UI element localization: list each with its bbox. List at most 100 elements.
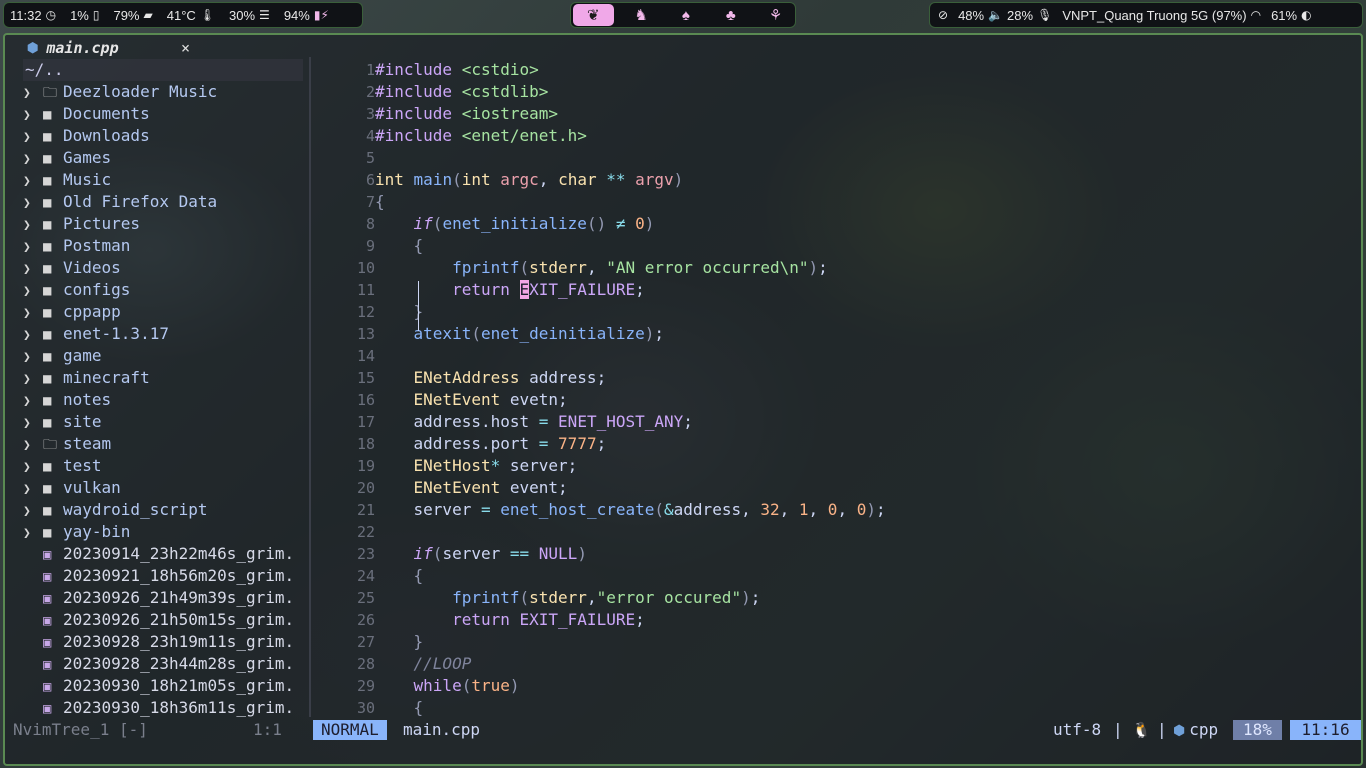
code-line[interactable]: }	[375, 631, 424, 653]
tree-folder[interactable]: ❯ ■ Downloads	[23, 125, 150, 147]
tree-folder-name: steam	[63, 434, 112, 453]
workspace-3-mushroom-icon[interactable]: ♠	[668, 4, 703, 26]
tree-folder[interactable]: ❯ ■ game	[23, 345, 102, 367]
tree-folder[interactable]: ❯ ■ notes	[23, 389, 111, 411]
code-line[interactable]: fprintf(stderr,"error occured");	[375, 587, 760, 609]
line-number: 23	[356, 545, 375, 563]
tree-file[interactable]: ▣ 20230926_21h49m39s_grim.	[23, 587, 294, 609]
tab-close-button[interactable]: ×	[181, 39, 190, 57]
tree-file[interactable]: ▣ 20230914_23h22m46s_grim.	[23, 543, 294, 565]
code-line[interactable]: #include <enet/enet.h>	[375, 125, 587, 147]
status-separator: |	[1157, 720, 1167, 739]
brightness-widget[interactable]: 61% ◐	[1271, 8, 1312, 23]
load-widget[interactable]: 30% ☰	[229, 8, 270, 23]
tree-file[interactable]: ▣ 20230930_18h36m11s_grim.	[23, 697, 294, 719]
code-line[interactable]: #include <cstdio>	[375, 59, 539, 81]
tree-folder[interactable]: ❯ 🗀 Deezloader Music	[23, 81, 217, 103]
code-line[interactable]: return EXIT_FAILURE;	[375, 279, 645, 301]
tree-file[interactable]: ▣ 20230921_18h56m20s_grim.	[23, 565, 294, 587]
battery-value: 94%	[283, 7, 310, 23]
wifi-widget[interactable]: VNPT_Quang Truong 5G (97%) ◠	[1062, 8, 1261, 23]
code-line[interactable]: {	[375, 191, 385, 213]
tree-folder[interactable]: ❯ ■ configs	[23, 279, 130, 301]
cpp-file-icon: ⬢	[27, 40, 39, 56]
code-line[interactable]: }	[375, 301, 424, 323]
code-line[interactable]: ENetAddress address;	[375, 367, 607, 389]
tree-folder[interactable]: ❯ ■ test	[23, 455, 102, 477]
tree-folder-name: Games	[63, 148, 112, 167]
line-number: 1	[365, 61, 375, 79]
line-number: 28	[356, 655, 375, 673]
folder-icon: ■	[43, 195, 52, 211]
cpu-widget[interactable]: 1% ▯	[70, 8, 99, 23]
code-line[interactable]: while(true)	[375, 675, 520, 697]
code-line[interactable]: {	[375, 697, 424, 719]
code-line[interactable]: server = enet_host_create(&address, 32, …	[375, 499, 886, 521]
tree-file[interactable]: ▣ 20230928_23h44m28s_grim.	[23, 653, 294, 675]
code-line[interactable]: return EXIT_FAILURE;	[375, 609, 645, 631]
battery-widget[interactable]: 94% ▮⚡	[284, 8, 329, 23]
code-line[interactable]: if(enet_initialize() ≠ 0)	[375, 213, 655, 235]
volume-widget[interactable]: 48% 🔈 28% 🎙	[958, 8, 1052, 23]
code-line[interactable]: {	[375, 235, 424, 257]
tree-folder-name: test	[63, 456, 102, 475]
code-line[interactable]: {	[375, 565, 424, 587]
tree-file-name: 20230930_18h36m11s_grim.	[63, 698, 295, 717]
tree-folder[interactable]: ❯ ■ Music	[23, 169, 111, 191]
tree-folder[interactable]: ❯ ■ waydroid_script	[23, 499, 208, 521]
tree-file-name: 20230928_23h19m11s_grim.	[63, 632, 295, 651]
tree-folder[interactable]: ❯ ■ cppapp	[23, 301, 121, 323]
folder-icon: ■	[43, 481, 52, 497]
line-number: 4	[365, 127, 375, 145]
code-line[interactable]: ENetHost* server;	[375, 455, 578, 477]
code-line[interactable]: address.port = 7777;	[375, 433, 607, 455]
workspace-2-cat-icon[interactable]: ♞	[624, 4, 659, 26]
tree-folder[interactable]: ❯ ■ vulkan	[23, 477, 121, 499]
code-editor[interactable]: 1 #include <cstdio> 2 #include <cstdlib> 3 #i…	[311, 57, 1361, 717]
tree-folder[interactable]: ❯ ■ Old Firefox Data	[23, 191, 217, 213]
workspace-5-sprout-icon[interactable]: ⚘	[758, 4, 793, 26]
code-line[interactable]: ENetEvent evetn;	[375, 389, 568, 411]
memory-widget[interactable]: 79% ▰	[113, 8, 152, 23]
line-number: 24	[356, 567, 375, 585]
line-number: 18	[356, 435, 375, 453]
tree-folder[interactable]: ❯ ■ enet-1.3.17	[23, 323, 169, 345]
workspace-1-leaf-icon[interactable]: ❦	[573, 4, 614, 26]
cursor-position: 11:16	[1290, 720, 1361, 740]
clock-widget[interactable]: 11:32 ◷	[10, 8, 56, 23]
tree-file[interactable]: ▣ 20230930_18h21m05s_grim.	[23, 675, 294, 697]
tree-file[interactable]: ▣ 20230928_23h19m11s_grim.	[23, 631, 294, 653]
code-line[interactable]: //LOOP	[375, 653, 472, 675]
code-line[interactable]: ENetEvent event;	[375, 477, 568, 499]
tree-folder[interactable]: ❯ ■ Games	[23, 147, 111, 169]
code-line[interactable]: if(server == NULL)	[375, 543, 587, 565]
wifi-network-name: VNPT_Quang Truong 5G (97%)	[1062, 7, 1247, 23]
chevron-right-icon: ❯	[23, 152, 31, 167]
line-number: 20	[356, 479, 375, 497]
tree-folder[interactable]: ❯ ■ minecraft	[23, 367, 150, 389]
code-line[interactable]: fprintf(stderr, "AN error occurred\n");	[375, 257, 828, 279]
tree-folder[interactable]: ❯ ■ Postman	[23, 235, 130, 257]
tree-folder[interactable]: ❯ ■ site	[23, 411, 102, 433]
tree-root-path[interactable]: ~/..	[23, 59, 303, 81]
temperature-widget[interactable]: 41°C 🌡	[167, 8, 215, 23]
tree-folder[interactable]: ❯ ■ Pictures	[23, 213, 140, 235]
tree-folder[interactable]: ❯ ■ Videos	[23, 257, 121, 279]
workspace-4-tree-icon[interactable]: ♣	[713, 4, 748, 26]
clock-value: 11:32	[10, 7, 42, 23]
tree-folder[interactable]: ❯ ■ yay-bin	[23, 521, 130, 543]
thermometer-icon: 🌡	[199, 8, 216, 22]
chevron-right-icon: ❯	[23, 328, 31, 343]
chevron-right-icon: ❯	[23, 372, 31, 387]
eye-off-icon[interactable]: ⊘	[938, 8, 948, 22]
workspace-switcher: ❦ ♞ ♠ ♣ ⚘	[570, 2, 796, 28]
code-line[interactable]: #include <iostream>	[375, 103, 558, 125]
code-line[interactable]: address.host = ENET_HOST_ANY;	[375, 411, 693, 433]
tree-folder[interactable]: ❯ ■ Documents	[23, 103, 150, 125]
line-number: 15	[356, 369, 375, 387]
tree-file[interactable]: ▣ 20230926_21h50m15s_grim.	[23, 609, 294, 631]
code-line[interactable]: #include <cstdlib>	[375, 81, 548, 103]
tree-folder[interactable]: ❯ 🗀 steam	[23, 433, 111, 455]
tree-folder-name: Deezloader Music	[63, 82, 218, 101]
code-line[interactable]: int main(int argc, char ** argv)	[375, 169, 683, 191]
